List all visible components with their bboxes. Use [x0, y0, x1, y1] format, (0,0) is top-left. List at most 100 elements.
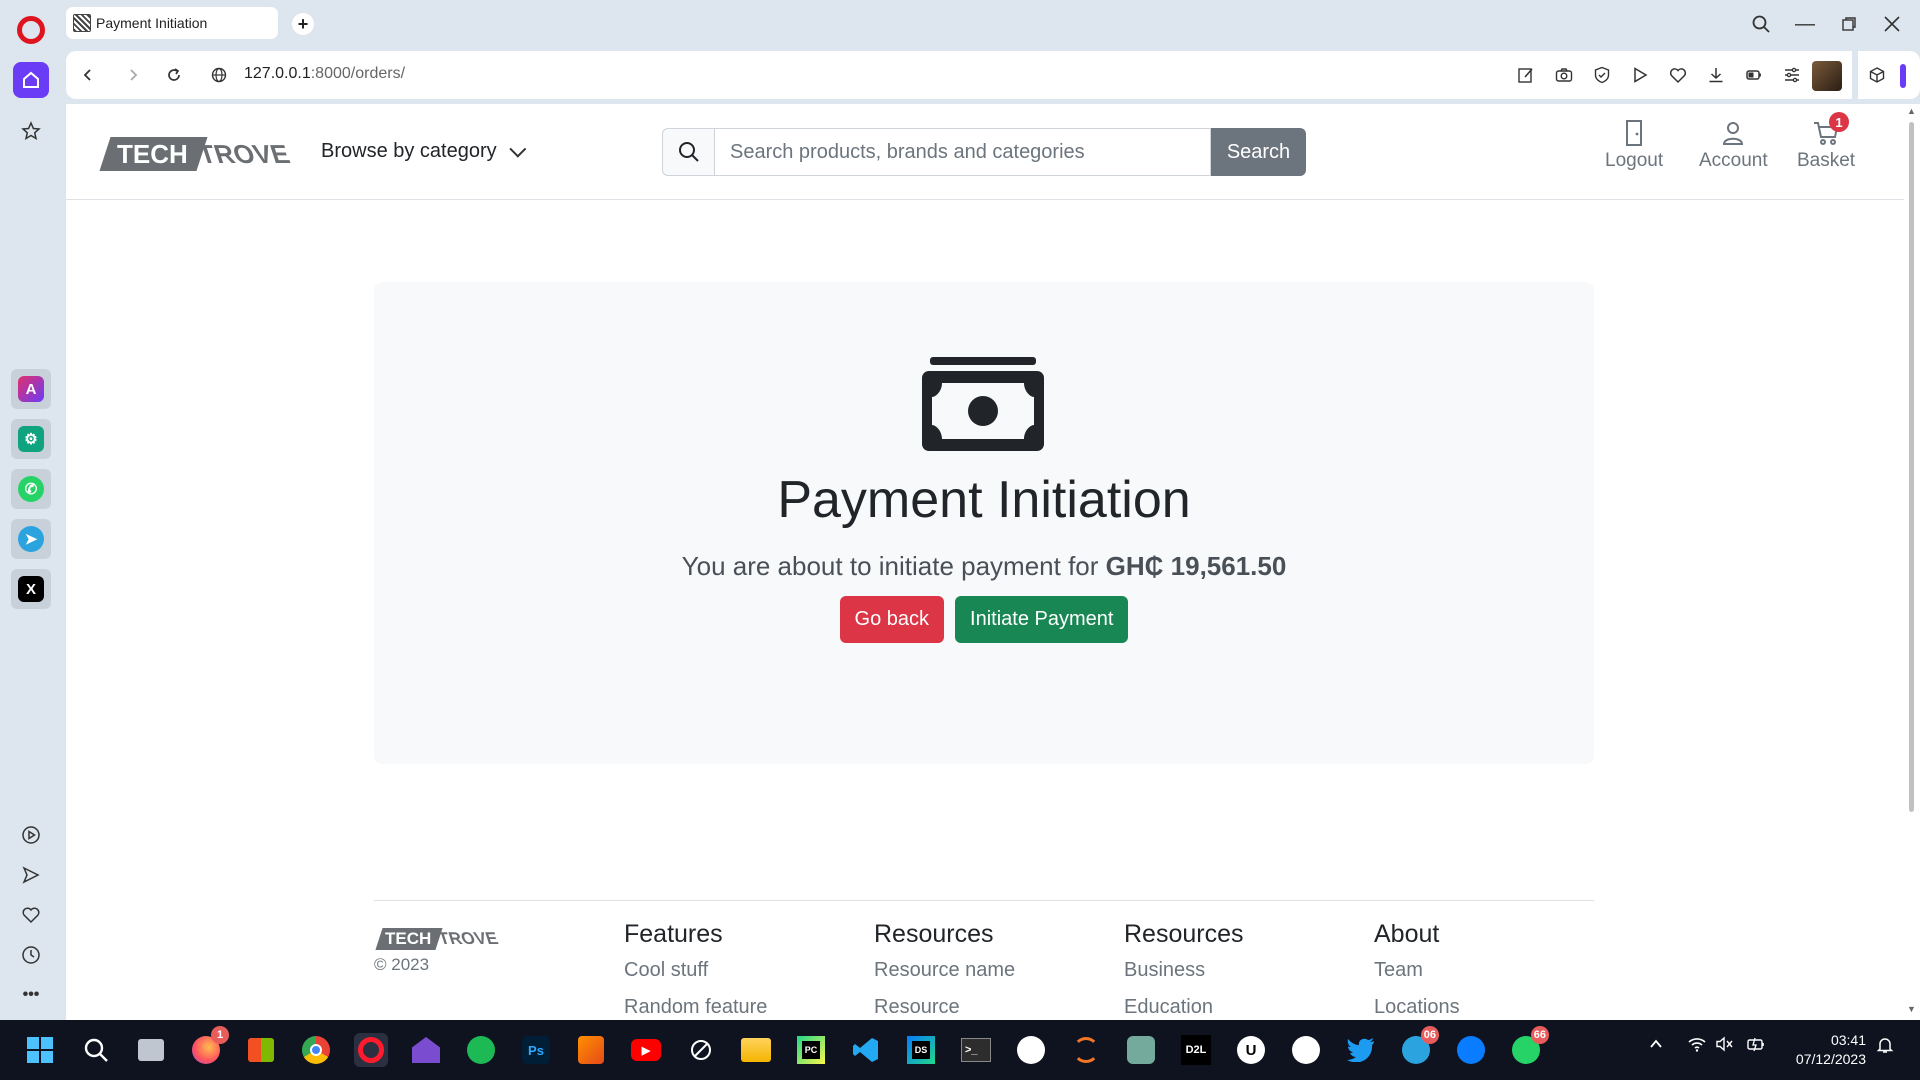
whatsapp-taskbar-icon[interactable]: 66	[1509, 1026, 1549, 1067]
spotify-icon[interactable]	[464, 1033, 498, 1067]
search-button[interactable]: Search	[1211, 128, 1306, 176]
github-icon[interactable]	[1014, 1033, 1048, 1067]
new-tab-button[interactable]: +	[292, 13, 314, 35]
youtube-icon[interactable]: ▶	[629, 1033, 663, 1067]
search-taskbar-icon[interactable]	[79, 1033, 113, 1067]
chrome-icon[interactable]	[299, 1033, 333, 1067]
footer-link[interactable]: Random feature	[624, 996, 767, 1019]
payment-lead-text: You are about to initiate payment for	[681, 551, 1099, 581]
camera-icon[interactable]	[1553, 64, 1575, 86]
battery-saver-icon[interactable]	[1743, 64, 1765, 86]
vscode-icon[interactable]	[849, 1033, 883, 1067]
footer-link[interactable]: Resource	[874, 996, 1015, 1019]
shield-icon[interactable]	[1591, 64, 1613, 86]
whatsapp-taskbar-alt-icon[interactable]	[1289, 1033, 1323, 1067]
footer-link[interactable]: Education	[1124, 996, 1244, 1019]
scrollbar-thumb[interactable]	[1909, 122, 1914, 812]
firefox-icon[interactable]: 1	[189, 1026, 229, 1067]
logo-tech-text: TECH	[117, 139, 188, 169]
restore-button[interactable]	[1835, 10, 1863, 38]
chatgpt-taskbar-icon[interactable]	[1124, 1033, 1158, 1067]
basket-label: Basket	[1797, 150, 1856, 171]
close-window-button[interactable]	[1878, 10, 1906, 38]
account-link[interactable]: Account	[1699, 118, 1768, 172]
jupyter-icon[interactable]	[1069, 1033, 1103, 1067]
back-icon[interactable]	[76, 63, 100, 87]
profile-avatar[interactable]	[1812, 61, 1842, 91]
notifications-icon[interactable]	[1876, 1036, 1894, 1058]
site-favicon-icon	[73, 14, 91, 32]
search-tabs-icon[interactable]	[1747, 10, 1775, 38]
volume-muted-icon[interactable]	[1716, 1036, 1734, 1056]
payment-card: Payment Initiation You are about to init…	[374, 282, 1594, 764]
whatsapp-app-icon[interactable]: ✆	[11, 469, 51, 509]
player-toolbar-icon[interactable]	[1629, 64, 1651, 86]
windows-start-icon[interactable]	[23, 1033, 57, 1067]
battery-icon[interactable]	[1746, 1036, 1766, 1056]
player-icon[interactable]	[19, 823, 43, 847]
download-icon[interactable]	[1705, 64, 1727, 86]
microsoft-store-icon[interactable]	[244, 1033, 278, 1067]
star-icon[interactable]	[19, 119, 43, 143]
easy-setup-icon[interactable]	[1781, 64, 1803, 86]
favorites-icon[interactable]	[1667, 64, 1689, 86]
url-field[interactable]: 127.0.0.1:8000/orders/	[244, 65, 405, 83]
edit-icon[interactable]	[1515, 64, 1537, 86]
footer-link[interactable]: Cool stuff	[624, 959, 767, 982]
browse-category-dropdown[interactable]: Browse by category	[321, 140, 526, 163]
house-app-icon[interactable]	[409, 1033, 443, 1067]
page-scrollbar[interactable]: ▲ ▼	[1904, 104, 1920, 1020]
logout-label: Logout	[1605, 150, 1664, 171]
aria-app-icon[interactable]: A	[11, 369, 51, 409]
show-hidden-icons-icon[interactable]	[1648, 1036, 1664, 1056]
heart-icon[interactable]	[19, 903, 43, 927]
footer-logo-tech-block: TECH	[375, 928, 443, 950]
scroll-up-icon[interactable]: ▲	[1907, 106, 1916, 116]
u-app-icon[interactable]: U	[1234, 1033, 1268, 1067]
pycharm-icon[interactable]: PC	[794, 1033, 828, 1067]
home-icon[interactable]	[13, 62, 49, 98]
d2l-icon[interactable]: D2L	[1179, 1033, 1213, 1067]
telegram-taskbar-icon[interactable]: 06	[1399, 1026, 1439, 1067]
reload-icon[interactable]	[162, 63, 186, 87]
basket-link[interactable]: 1 Basket	[1797, 112, 1856, 172]
file-explorer-icon[interactable]	[739, 1033, 773, 1067]
logout-link[interactable]: Logout	[1605, 118, 1663, 172]
send-icon[interactable]	[19, 863, 43, 887]
search-input[interactable]	[714, 128, 1211, 176]
extensions-cube-icon[interactable]	[1866, 64, 1888, 86]
footer-link[interactable]: Business	[1124, 959, 1244, 982]
scroll-down-icon[interactable]: ▼	[1907, 1004, 1916, 1014]
telegram-badge: 06	[1420, 1026, 1439, 1044]
opera-taskbar-icon[interactable]	[354, 1033, 388, 1067]
site-logo[interactable]: TECH TROVE	[99, 137, 293, 171]
opera-logo-icon[interactable]	[17, 16, 45, 44]
telegram-app-icon[interactable]: ➤	[11, 519, 51, 559]
minimize-button[interactable]: —	[1791, 10, 1819, 38]
footer-link[interactable]: Locations	[1374, 996, 1460, 1019]
tab-payment-initiation[interactable]: Payment Initiation	[66, 7, 278, 39]
initiate-payment-button[interactable]: Initiate Payment	[955, 596, 1129, 643]
satellite-icon[interactable]	[684, 1033, 718, 1067]
dataspell-icon[interactable]: DS	[904, 1033, 938, 1067]
task-view-icon[interactable]	[134, 1033, 168, 1067]
logo-trove-block: TROVE	[194, 137, 293, 171]
forward-icon[interactable]	[121, 63, 145, 87]
photoshop-icon[interactable]: Ps	[519, 1033, 553, 1067]
wifi-icon[interactable]	[1688, 1036, 1706, 1056]
footer-link[interactable]: Team	[1374, 959, 1460, 982]
page-title: Payment Initiation	[777, 471, 1191, 529]
footer-logo[interactable]: TECH TROVE	[375, 928, 507, 950]
chatgpt-app-icon[interactable]: ⚙	[11, 419, 51, 459]
globe-icon[interactable]	[207, 63, 231, 87]
office-icon[interactable]	[574, 1033, 608, 1067]
twitter-icon[interactable]	[1344, 1033, 1378, 1067]
taskbar-clock[interactable]: 03:41 07/12/2023	[1786, 1031, 1866, 1069]
x-app-icon[interactable]: X	[11, 569, 51, 609]
messenger-icon[interactable]	[1454, 1033, 1488, 1067]
more-icon[interactable]: •••	[19, 983, 43, 1007]
go-back-button[interactable]: Go back	[839, 596, 945, 643]
footer-link[interactable]: Resource name	[874, 959, 1015, 982]
terminal-icon[interactable]: >_	[959, 1033, 993, 1067]
history-icon[interactable]	[19, 943, 43, 967]
